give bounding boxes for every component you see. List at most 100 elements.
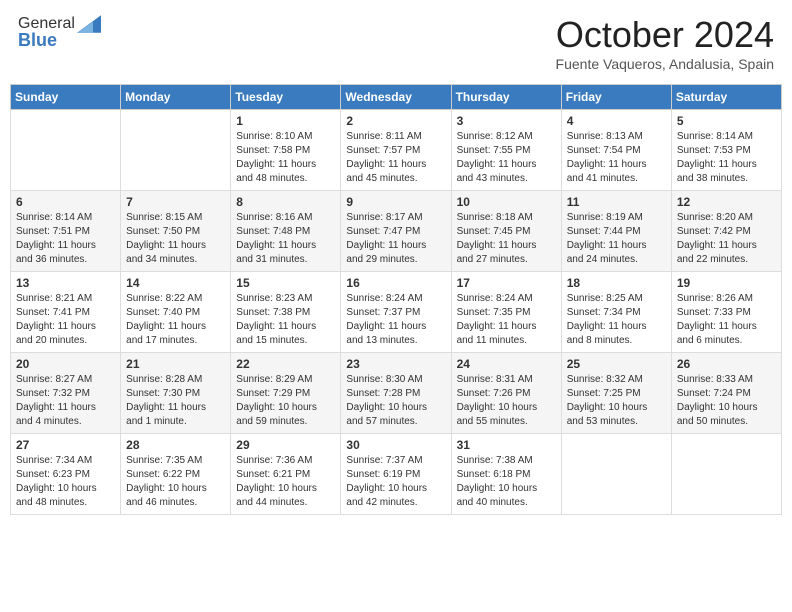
day-info: Sunrise: 7:34 AMSunset: 6:23 PMDaylight:… — [16, 454, 115, 510]
calendar-week-3: 13 Sunrise: 8:21 AMSunset: 7:41 PMDayligh… — [11, 272, 782, 353]
day-number: 30 — [346, 438, 445, 452]
calendar-cell: 22Sunrise: 8:29 AMSunset: 7:29 PMDayligh… — [231, 353, 341, 434]
day-number: 31 — [457, 438, 556, 452]
calendar-cell: 24 Sunrise: 8:31 AMSunset: 7:26 PMDayligh… — [451, 353, 561, 434]
calendar-header-tuesday: Tuesday — [231, 85, 341, 110]
calendar-cell: 30 Sunrise: 7:37 AMSunset: 6:19 PMDayligh… — [341, 434, 451, 515]
day-info: Sunrise: 8:31 AMSunset: 7:26 PMDaylight:… — [457, 373, 556, 429]
day-number: 5 — [677, 114, 776, 128]
calendar-cell: 14 Sunrise: 8:22 AMSunset: 7:40 PMDayligh… — [121, 272, 231, 353]
day-info: Sunrise: 8:24 AMSunset: 7:35 PMDaylight:… — [457, 292, 556, 348]
calendar-cell: 31 Sunrise: 7:38 AMSunset: 6:18 PMDayligh… — [451, 434, 561, 515]
calendar-header-friday: Friday — [561, 85, 671, 110]
title-block: October 2024 Fuente Vaqueros, Andalusia,… — [556, 14, 774, 72]
calendar-header-sunday: Sunday — [11, 85, 121, 110]
day-info: Sunrise: 8:10 AMSunset: 7:58 PMDaylight:… — [236, 130, 335, 186]
day-number: 6 — [16, 195, 115, 209]
calendar-cell: 19 Sunrise: 8:26 AMSunset: 7:33 PMDayligh… — [671, 272, 781, 353]
day-info: Sunrise: 8:11 AMSunset: 7:57 PMDaylight:… — [346, 130, 445, 186]
day-number: 8 — [236, 195, 335, 209]
day-info: Sunrise: 7:35 AMSunset: 6:22 PMDaylight:… — [126, 454, 225, 510]
day-info: Sunrise: 8:30 AMSunset: 7:28 PMDaylight:… — [346, 373, 445, 429]
day-info: Sunrise: 8:21 AMSunset: 7:41 PMDaylight:… — [16, 292, 115, 348]
day-number: 12 — [677, 195, 776, 209]
day-number: 14 — [126, 276, 225, 290]
day-info: Sunrise: 8:14 AMSunset: 7:53 PMDaylight:… — [677, 130, 776, 186]
day-number: 16 — [346, 276, 445, 290]
calendar-cell: 3Sunrise: 8:12 AMSunset: 7:55 PMDaylight… — [451, 110, 561, 191]
day-number: 23 — [346, 357, 445, 371]
day-info: Sunrise: 8:18 AMSunset: 7:45 PMDaylight:… — [457, 211, 556, 267]
day-number: 24 — [457, 357, 556, 371]
calendar-cell: 29 Sunrise: 7:36 AMSunset: 6:21 PMDayligh… — [231, 434, 341, 515]
calendar-cell: 10Sunrise: 8:18 AMSunset: 7:45 PMDayligh… — [451, 191, 561, 272]
calendar-cell: 5 Sunrise: 8:14 AMSunset: 7:53 PMDaylight… — [671, 110, 781, 191]
calendar-cell: 15 Sunrise: 8:23 AMSunset: 7:38 PMDayligh… — [231, 272, 341, 353]
day-number: 2 — [346, 114, 445, 128]
day-info: Sunrise: 8:22 AMSunset: 7:40 PMDaylight:… — [126, 292, 225, 348]
calendar-cell: 18Sunrise: 8:25 AMSunset: 7:34 PMDayligh… — [561, 272, 671, 353]
day-info: Sunrise: 7:36 AMSunset: 6:21 PMDaylight:… — [236, 454, 335, 510]
month-title: October 2024 — [556, 14, 774, 56]
day-info: Sunrise: 8:28 AMSunset: 7:30 PMDaylight:… — [126, 373, 225, 429]
day-number: 4 — [567, 114, 666, 128]
calendar-cell: 4 Sunrise: 8:13 AMSunset: 7:54 PMDaylight… — [561, 110, 671, 191]
calendar-cell: 1Sunrise: 8:10 AMSunset: 7:58 PMDaylight… — [231, 110, 341, 191]
calendar-cell: 6Sunrise: 8:14 AMSunset: 7:51 PMDaylight… — [11, 191, 121, 272]
calendar-header-wednesday: Wednesday — [341, 85, 451, 110]
calendar-cell: 17 Sunrise: 8:24 AMSunset: 7:35 PMDayligh… — [451, 272, 561, 353]
calendar-cell: 13 Sunrise: 8:21 AMSunset: 7:41 PMDayligh… — [11, 272, 121, 353]
day-info: Sunrise: 8:33 AMSunset: 7:24 PMDaylight:… — [677, 373, 776, 429]
calendar-week-1: 1Sunrise: 8:10 AMSunset: 7:58 PMDaylight… — [11, 110, 782, 191]
calendar-cell: 16 Sunrise: 8:24 AMSunset: 7:37 PMDayligh… — [341, 272, 451, 353]
day-info: Sunrise: 8:32 AMSunset: 7:25 PMDaylight:… — [567, 373, 666, 429]
calendar-cell: 26 Sunrise: 8:33 AMSunset: 7:24 PMDayligh… — [671, 353, 781, 434]
day-info: Sunrise: 8:19 AMSunset: 7:44 PMDaylight:… — [567, 211, 666, 267]
location-subtitle: Fuente Vaqueros, Andalusia, Spain — [556, 56, 774, 72]
calendar-cell — [121, 110, 231, 191]
day-number: 9 — [346, 195, 445, 209]
day-info: Sunrise: 8:20 AMSunset: 7:42 PMDaylight:… — [677, 211, 776, 267]
calendar-cell: 2 Sunrise: 8:11 AMSunset: 7:57 PMDaylight… — [341, 110, 451, 191]
calendar-cell: 7Sunrise: 8:15 AMSunset: 7:50 PMDaylight… — [121, 191, 231, 272]
logo-icon — [77, 14, 101, 34]
day-info: Sunrise: 7:38 AMSunset: 6:18 PMDaylight:… — [457, 454, 556, 510]
day-number: 17 — [457, 276, 556, 290]
calendar-week-4: 20Sunrise: 8:27 AMSunset: 7:32 PMDayligh… — [11, 353, 782, 434]
day-number: 13 — [16, 276, 115, 290]
day-number: 27 — [16, 438, 115, 452]
day-number: 28 — [126, 438, 225, 452]
calendar-week-5: 27 Sunrise: 7:34 AMSunset: 6:23 PMDayligh… — [11, 434, 782, 515]
day-number: 21 — [126, 357, 225, 371]
calendar-cell: 23 Sunrise: 8:30 AMSunset: 7:28 PMDayligh… — [341, 353, 451, 434]
day-info: Sunrise: 8:23 AMSunset: 7:38 PMDaylight:… — [236, 292, 335, 348]
calendar-cell: 12 Sunrise: 8:20 AMSunset: 7:42 PMDayligh… — [671, 191, 781, 272]
day-info: Sunrise: 8:15 AMSunset: 7:50 PMDaylight:… — [126, 211, 225, 267]
calendar-header-thursday: Thursday — [451, 85, 561, 110]
calendar-cell: 20Sunrise: 8:27 AMSunset: 7:32 PMDayligh… — [11, 353, 121, 434]
calendar-cell — [11, 110, 121, 191]
page-header: General Blue October 2024 Fuente Vaquero… — [10, 10, 782, 76]
day-number: 29 — [236, 438, 335, 452]
calendar-cell — [671, 434, 781, 515]
calendar-header-monday: Monday — [121, 85, 231, 110]
day-info: Sunrise: 8:26 AMSunset: 7:33 PMDaylight:… — [677, 292, 776, 348]
day-number: 22 — [236, 357, 335, 371]
day-info: Sunrise: 7:37 AMSunset: 6:19 PMDaylight:… — [346, 454, 445, 510]
calendar-week-2: 6Sunrise: 8:14 AMSunset: 7:51 PMDaylight… — [11, 191, 782, 272]
calendar-cell: 25Sunrise: 8:32 AMSunset: 7:25 PMDayligh… — [561, 353, 671, 434]
calendar-header-row: SundayMondayTuesdayWednesdayThursdayFrid… — [11, 85, 782, 110]
day-number: 19 — [677, 276, 776, 290]
day-number: 3 — [457, 114, 556, 128]
logo: General Blue — [18, 14, 101, 51]
day-number: 15 — [236, 276, 335, 290]
calendar-cell — [561, 434, 671, 515]
day-number: 26 — [677, 357, 776, 371]
day-number: 11 — [567, 195, 666, 209]
day-info: Sunrise: 8:13 AMSunset: 7:54 PMDaylight:… — [567, 130, 666, 186]
day-info: Sunrise: 8:24 AMSunset: 7:37 PMDaylight:… — [346, 292, 445, 348]
day-info: Sunrise: 8:25 AMSunset: 7:34 PMDaylight:… — [567, 292, 666, 348]
day-info: Sunrise: 8:27 AMSunset: 7:32 PMDaylight:… — [16, 373, 115, 429]
calendar-cell: 27 Sunrise: 7:34 AMSunset: 6:23 PMDayligh… — [11, 434, 121, 515]
calendar-cell: 28 Sunrise: 7:35 AMSunset: 6:22 PMDayligh… — [121, 434, 231, 515]
